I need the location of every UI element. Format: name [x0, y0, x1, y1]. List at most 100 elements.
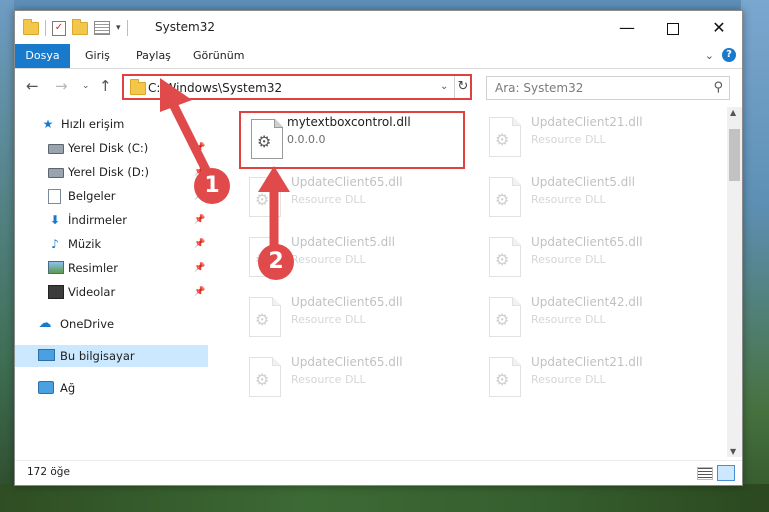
sidebar-item-music[interactable]: ♪ Müzik 📌: [15, 233, 208, 255]
file-tile[interactable]: ⚙ UpdateClient65.dll Resource DLL: [239, 171, 469, 229]
scroll-thumb[interactable]: [729, 129, 740, 181]
pictures-icon: [48, 261, 64, 275]
documents-icon: [48, 189, 62, 204]
pin-icon[interactable]: 📌: [194, 137, 205, 159]
address-path[interactable]: C:\Windows\System32: [148, 81, 282, 95]
file-name: UpdateClient65.dll: [291, 175, 403, 189]
dll-file-icon: ⚙: [249, 177, 281, 217]
scroll-up-arrow-icon[interactable]: ▲: [730, 108, 736, 117]
file-tile[interactable]: ⚙ UpdateClient65.dll Resource DLL: [239, 351, 469, 409]
file-description: Resource DLL: [291, 373, 366, 386]
file-description: Resource DLL: [531, 133, 606, 146]
search-icon[interactable]: ⚲: [713, 80, 723, 95]
expand-ribbon-chevron-icon[interactable]: ⌄: [705, 49, 714, 62]
sidebar-item-documents[interactable]: Belgeler 📌: [15, 185, 208, 207]
pin-icon[interactable]: 📌: [194, 257, 205, 279]
dll-file-icon: ⚙: [489, 177, 521, 217]
sidebar-item-network[interactable]: Ağ: [15, 377, 208, 399]
recent-locations-chevron-icon[interactable]: ⌄: [82, 81, 90, 91]
gear-icon: ⚙: [495, 130, 510, 149]
tab-view[interactable]: Görünüm: [193, 44, 244, 68]
scroll-down-arrow-icon[interactable]: ▼: [730, 447, 736, 456]
file-tile[interactable]: ⚙ UpdateClient5.dll Resource DLL: [479, 171, 709, 229]
videos-icon: [48, 285, 64, 299]
file-name: UpdateClient65.dll: [291, 355, 403, 369]
dll-file-icon: ⚙: [249, 357, 281, 397]
navigation-pane: ★ Hızlı erişim Yerel Disk (C:) 📌 Yerel D…: [15, 107, 208, 457]
up-arrow-icon[interactable]: ↑: [99, 77, 112, 95]
file-name: UpdateClient65.dll: [531, 235, 643, 249]
file-description: Resource DLL: [291, 313, 366, 326]
file-tile[interactable]: ⚙ UpdateClient21.dll Resource DLL: [479, 111, 709, 169]
file-name: UpdateClient21.dll: [531, 115, 643, 129]
tab-file[interactable]: Dosya: [15, 44, 70, 68]
file-tile[interactable]: ⚙ UpdateClient65.dll Resource DLL: [479, 231, 709, 289]
this-pc-icon: [38, 349, 55, 363]
file-description: Resource DLL: [531, 313, 606, 326]
search-box[interactable]: Ara: System32 ⚲: [486, 76, 730, 100]
sidebar-item-local-disk-d[interactable]: Yerel Disk (D:) 📌: [15, 161, 208, 183]
properties-icon[interactable]: [94, 21, 110, 35]
large-icons-view-icon[interactable]: [717, 465, 735, 481]
folder-icon: [23, 18, 39, 35]
sidebar-item-quick-access[interactable]: ★ Hızlı erişim: [15, 113, 208, 135]
dll-file-icon: ⚙: [489, 237, 521, 277]
download-icon: ⬇: [49, 213, 61, 227]
file-name: UpdateClient21.dll: [531, 355, 643, 369]
sidebar-item-label: Hızlı erişim: [61, 117, 125, 131]
gear-icon: ⚙: [257, 132, 272, 151]
desktop-background-bottom: [0, 484, 769, 512]
file-tile[interactable]: ⚙ UpdateClient42.dll Resource DLL: [479, 291, 709, 349]
address-bar[interactable]: C:\Windows\System32 ⌄ ↻: [122, 74, 472, 100]
quick-access-toolbar: ✓ ▾: [23, 18, 128, 36]
tab-home[interactable]: Giriş: [85, 44, 110, 68]
sidebar-item-local-disk-c[interactable]: Yerel Disk (C:) 📌: [15, 137, 208, 159]
window-title: System32: [155, 20, 216, 34]
item-count: 172 öğe: [27, 466, 70, 478]
new-folder-icon[interactable]: [72, 18, 88, 35]
file-list: ⚙ mytextboxcontrol.dll 0.0.0.0 ⚙ UpdateC…: [221, 107, 727, 457]
sidebar-item-label: Yerel Disk (C:): [68, 141, 149, 155]
sidebar-item-downloads[interactable]: ⬇ İndirmeler 📌: [15, 209, 208, 231]
file-tile-highlighted[interactable]: ⚙ mytextboxcontrol.dll 0.0.0.0: [239, 111, 465, 169]
tab-share[interactable]: Paylaş: [136, 44, 171, 68]
properties-check-icon[interactable]: ✓: [52, 20, 66, 36]
file-description: Resource DLL: [291, 253, 366, 266]
drive-icon: [48, 141, 64, 155]
sidebar-item-pictures[interactable]: Resimler 📌: [15, 257, 208, 279]
file-name: mytextboxcontrol.dll: [287, 115, 411, 129]
sidebar-item-videos[interactable]: Videolar 📌: [15, 281, 208, 303]
sidebar-item-onedrive[interactable]: ☁ OneDrive: [15, 313, 208, 335]
vertical-scrollbar[interactable]: ▲ ▼: [727, 107, 742, 457]
minimize-button[interactable]: —: [604, 11, 650, 44]
star-icon: ★: [42, 117, 54, 131]
gear-icon: ⚙: [495, 250, 510, 269]
gear-icon: ⚙: [495, 310, 510, 329]
file-tile[interactable]: ⚙ UpdateClient21.dll Resource DLL: [479, 351, 709, 409]
maximize-button[interactable]: [650, 11, 696, 44]
gear-icon: ⚙: [255, 310, 270, 329]
file-name: UpdateClient42.dll: [531, 295, 643, 309]
qat-separator: [45, 20, 46, 36]
dll-file-icon: ⚙: [489, 117, 521, 157]
forward-arrow-icon[interactable]: →: [55, 77, 68, 95]
dll-file-icon: ⚙: [251, 119, 283, 159]
qat-customize-dropdown[interactable]: ▾: [116, 23, 121, 33]
help-icon[interactable]: ?: [722, 48, 736, 62]
close-button[interactable]: ✕: [696, 11, 742, 44]
search-input[interactable]: Ara: System32: [495, 81, 583, 95]
sidebar-item-label: Belgeler: [68, 189, 116, 203]
sidebar-item-this-pc[interactable]: Bu bilgisayar: [15, 345, 208, 367]
refresh-icon[interactable]: ↻: [454, 76, 471, 98]
file-explorer-window: ✓ ▾ System32 — ✕ Dosya Giriş Paylaş Görü…: [14, 10, 743, 486]
back-arrow-icon[interactable]: ←: [26, 77, 39, 95]
details-view-icon[interactable]: [697, 467, 713, 480]
sidebar-item-label: Resimler: [68, 261, 118, 275]
pin-icon[interactable]: 📌: [194, 233, 205, 255]
pin-icon[interactable]: 📌: [194, 209, 205, 231]
file-tile[interactable]: ⚙ UpdateClient65.dll Resource DLL: [239, 291, 469, 349]
pin-icon[interactable]: 📌: [194, 281, 205, 303]
dll-file-icon: ⚙: [249, 297, 281, 337]
address-dropdown-chevron-icon[interactable]: ⌄: [440, 81, 448, 92]
dll-file-icon: ⚙: [489, 297, 521, 337]
